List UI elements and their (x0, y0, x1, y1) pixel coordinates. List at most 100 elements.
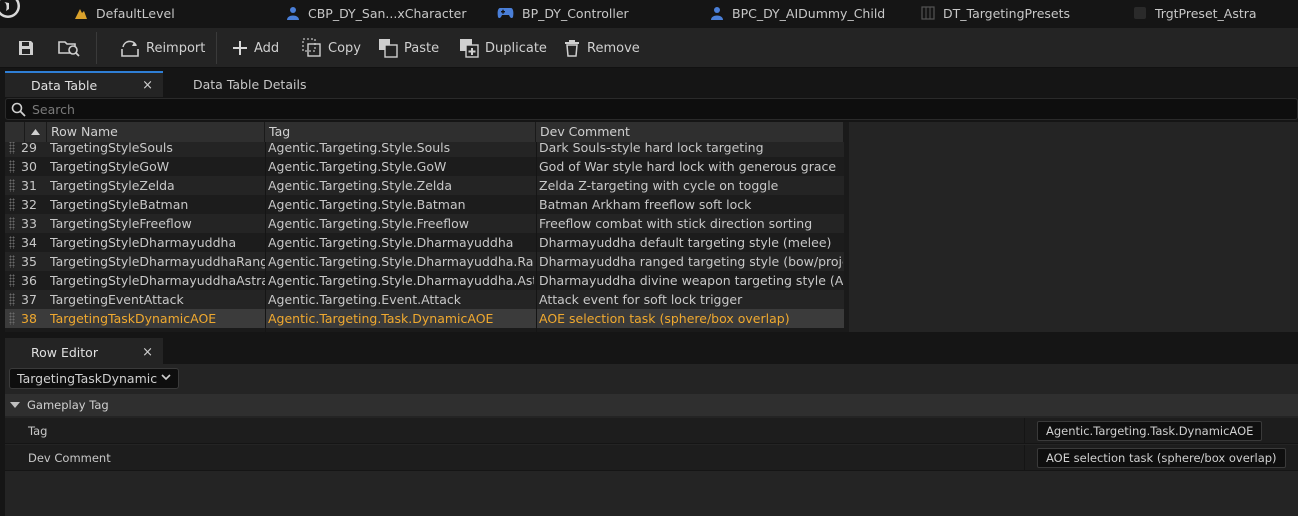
row-name-cell: TargetingStyleFreeflow (50, 216, 192, 231)
doc-tab-controller[interactable]: BP_DY_Controller (497, 0, 629, 26)
category-gameplay-tag[interactable]: Gameplay Tag (5, 394, 1298, 416)
doc-tab-character[interactable]: CBP_DY_San...xCharacter (286, 0, 466, 26)
drag-handle[interactable] (9, 236, 15, 249)
dev-comment-cell: Freeflow combat with stick direction sor… (539, 216, 813, 231)
datatable-icon (921, 6, 935, 20)
row-name-cell: TargetingStyleDharmayuddhaAstra (50, 273, 266, 288)
drag-handle[interactable] (9, 142, 15, 154)
tag-cell: Agentic.Targeting.Style.GoW (268, 159, 447, 174)
doc-tab-label: BP_DY_Controller (522, 5, 629, 21)
duplicate-row-button[interactable]: Duplicate (459, 28, 547, 68)
tab-data-table-details[interactable]: Data Table Details (167, 71, 327, 97)
tag-cell: Agentic.Targeting.Event.Attack (268, 292, 461, 307)
table-row[interactable]: 32 TargetingStyleBatman Agentic.Targetin… (5, 195, 844, 214)
drag-handle[interactable] (9, 293, 15, 306)
row-name-cell: TargetingStyleZelda (50, 178, 175, 193)
tab-row-editor-label: Row Editor (31, 344, 98, 360)
tab-row-editor[interactable]: Row Editor × (5, 338, 163, 364)
paste-icon (379, 39, 398, 58)
sort-column-header[interactable] (25, 122, 47, 142)
row-number: 35 (21, 254, 37, 269)
table-row[interactable]: 35 TargetingStyleDharmayuddhaRanged Agen… (5, 252, 844, 271)
reimport-label: Reimport (146, 40, 206, 56)
toolbar: Reimport Add Copy Paste Duplicate Remove (0, 28, 1298, 68)
drag-handle[interactable] (9, 255, 15, 268)
row-number: 30 (21, 159, 37, 174)
drag-handle[interactable] (9, 312, 15, 325)
copy-icon (302, 38, 321, 57)
doc-tab-label: DefaultLevel (96, 5, 175, 21)
table-row[interactable]: 33 TargetingStyleFreeflow Agentic.Target… (5, 214, 844, 233)
browse-asset-button[interactable] (56, 28, 82, 68)
tag-cell: Agentic.Targeting.Style.Freeflow (268, 216, 469, 231)
drag-handle[interactable] (9, 198, 15, 211)
table-row[interactable]: 36 TargetingStyleDharmayuddhaAstra Agent… (5, 271, 844, 290)
remove-row-button[interactable]: Remove (563, 28, 640, 68)
row-name-cell: TargetingStyleGoW (50, 159, 170, 174)
drag-handle[interactable] (9, 274, 15, 287)
tag-cell: Agentic.Targeting.Style.Batman (268, 197, 466, 212)
tab-data-table[interactable]: Data Table × (5, 71, 163, 97)
dev-comment-cell: Zelda Z-targeting with cycle on toggle (539, 178, 779, 193)
copy-row-button[interactable]: Copy (302, 28, 361, 68)
dev-comment-value-field[interactable]: AOE selection task (sphere/box overlap) (1037, 448, 1286, 468)
column-header-row-name[interactable]: Row Name (47, 122, 265, 142)
dev-comment-cell: AOE selection task (sphere/box overlap) (539, 311, 790, 326)
selected-row-value: TargetingTaskDynamic (17, 371, 158, 386)
row-name-cell: TargetingStyleDharmayuddha (50, 235, 237, 250)
row-selector-dropdown[interactable]: TargetingTaskDynamic (9, 368, 179, 389)
doc-tab-astra[interactable]: TrgtPreset_Astra (1133, 0, 1257, 26)
search-input[interactable] (32, 100, 1232, 118)
table-row[interactable]: 37 TargetingEventAttack Agentic.Targetin… (5, 290, 844, 309)
trash-icon (565, 40, 579, 57)
close-icon[interactable]: × (142, 345, 153, 360)
category-label: Gameplay Tag (27, 398, 109, 412)
tag-value-field[interactable]: Agentic.Targeting.Task.DynamicAOE (1037, 421, 1263, 441)
person-icon (287, 7, 299, 20)
table-row[interactable]: 31 TargetingStyleZelda Agentic.Targeting… (5, 176, 844, 195)
close-icon[interactable]: × (142, 78, 153, 93)
row-name-cell: TargetingStyleSouls (50, 142, 173, 155)
level-icon (75, 9, 87, 19)
doc-tab-defaultlevel[interactable]: DefaultLevel (74, 0, 175, 26)
column-header-tag[interactable]: Tag (265, 122, 536, 142)
table-row-selected[interactable]: 38 TargetingTaskDynamicAOE Agentic.Targe… (5, 309, 844, 328)
header-grip-column (5, 122, 25, 142)
roweditor-tabstrip: Row Editor × (0, 338, 1298, 364)
table-row[interactable]: 34 TargetingStyleDharmayuddha Agentic.Ta… (5, 233, 844, 252)
table-empty-area (849, 122, 1298, 332)
property-row-tag: Tag Agentic.Targeting.Task.DynamicAOE (5, 418, 1298, 444)
doc-tab-aidummy[interactable]: BPC_DY_AIDummy_Child (710, 0, 885, 26)
search-icon (11, 102, 26, 117)
plus-icon (233, 41, 247, 55)
duplicate-label: Duplicate (485, 40, 547, 56)
save-button[interactable] (13, 28, 39, 68)
dev-comment-cell: Batman Arkham freeflow soft lock (539, 197, 752, 212)
document-tab-bar: DefaultLevel CBP_DY_San...xCharacter BP_… (0, 0, 1298, 26)
reimport-button[interactable]: Reimport (120, 28, 205, 68)
row-number: 33 (21, 216, 37, 231)
drag-handle[interactable] (9, 179, 15, 192)
paste-row-button[interactable]: Paste (378, 28, 439, 68)
duplicate-icon (460, 39, 479, 58)
table-body: 29 TargetingStyleSouls Agentic.Targeting… (5, 142, 844, 332)
column-header-dev-comment[interactable]: Dev Comment (536, 122, 844, 142)
data-table: Row Name Tag Dev Comment 29 TargetingSty… (5, 122, 1298, 332)
table-row[interactable]: 30 TargetingStyleGoW Agentic.Targeting.S… (5, 157, 844, 176)
datatable-tabstrip: Data Table × Data Table Details (0, 71, 1298, 97)
add-row-button[interactable]: Add (232, 28, 279, 68)
sort-ascending-icon (31, 129, 40, 135)
asset-icon (1134, 7, 1146, 19)
dev-comment-cell: Dharmayuddha divine weapon targeting sty… (539, 273, 843, 288)
row-name-cell: TargetingStyleDharmayuddhaRanged (50, 254, 266, 269)
table-header: Row Name Tag Dev Comment (5, 122, 844, 142)
unreal-logo-icon[interactable] (0, 0, 26, 24)
drag-handle[interactable] (9, 217, 15, 230)
row-number: 29 (21, 142, 37, 155)
table-row[interactable]: 29 TargetingStyleSouls Agentic.Targeting… (5, 142, 844, 157)
doc-tab-targetingpresets[interactable]: DT_TargetingPresets (921, 0, 1070, 26)
property-label: Dev Comment (28, 451, 111, 465)
drag-handle[interactable] (9, 160, 15, 173)
search-box (5, 98, 1298, 120)
save-icon (19, 41, 33, 55)
